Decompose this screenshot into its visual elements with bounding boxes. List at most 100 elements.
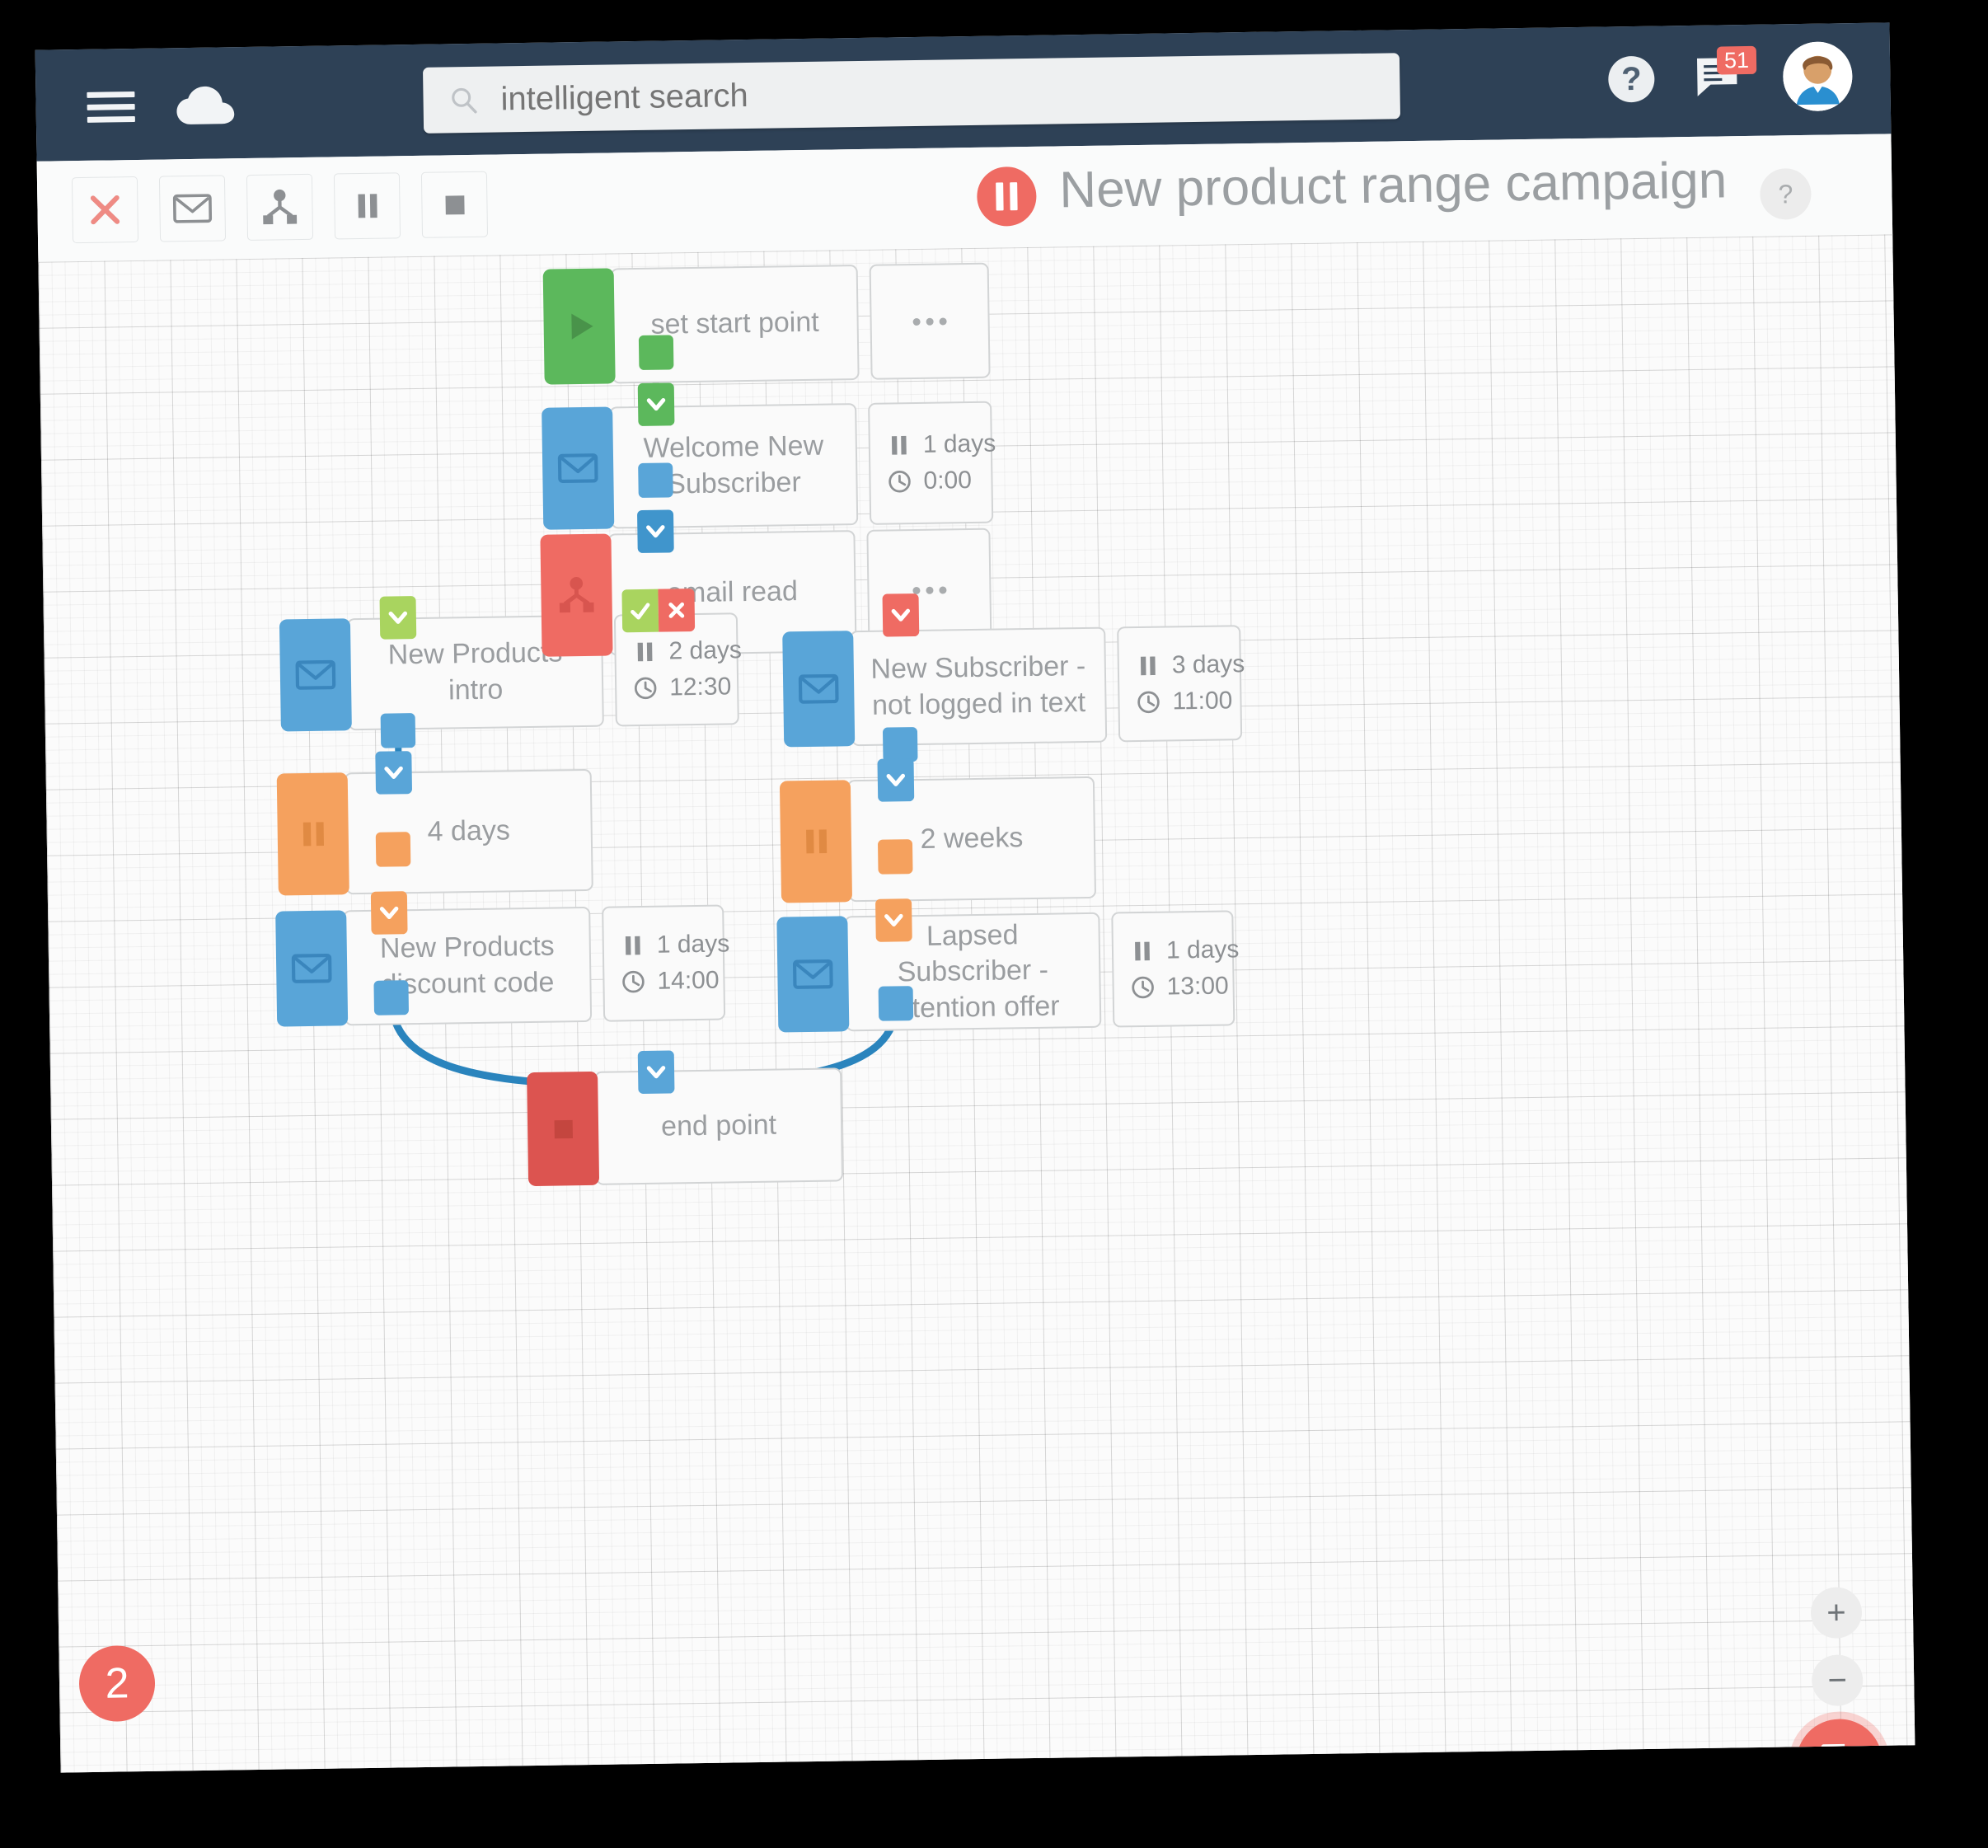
delay-time-row: 13:00 bbox=[1130, 972, 1229, 1001]
delay-days-value: 2 days bbox=[668, 636, 743, 665]
delay-days-row: 3 days bbox=[1136, 650, 1245, 680]
add-email-button[interactable] bbox=[158, 175, 227, 242]
node-not-logged-in-delay[interactable]: 3 days 11:00 bbox=[1117, 625, 1245, 743]
delay-days-row: 1 days bbox=[887, 430, 996, 460]
port-wait4-in[interactable] bbox=[375, 751, 413, 795]
more-options-icon bbox=[888, 265, 973, 378]
avatar[interactable] bbox=[1782, 41, 1853, 112]
delete-button[interactable] bbox=[71, 176, 139, 244]
port-discount-out[interactable] bbox=[373, 980, 410, 1015]
node-start-options[interactable] bbox=[869, 262, 991, 380]
envelope-icon bbox=[279, 618, 352, 732]
workflow-canvas[interactable]: set start point Welcome New Subscriber 1… bbox=[38, 234, 1915, 1773]
port-wait2w-out[interactable] bbox=[877, 839, 913, 875]
messages-badge: 51 bbox=[1716, 45, 1757, 75]
pause-icon bbox=[625, 936, 640, 955]
port-wait2w-in[interactable] bbox=[877, 758, 915, 802]
delay-time-row: 11:00 bbox=[1136, 687, 1233, 716]
port-intro-in[interactable] bbox=[379, 596, 417, 640]
page-title: New product range campaign bbox=[1058, 152, 1728, 219]
node-welcome-delay[interactable]: 1 days 0:00 bbox=[868, 401, 996, 525]
node-retention-delay[interactable]: 1 days 13:00 bbox=[1111, 910, 1240, 1028]
envelope-icon bbox=[542, 406, 615, 530]
zoom-in-button[interactable]: + bbox=[1810, 1587, 1863, 1639]
port-branch-yes[interactable] bbox=[621, 589, 659, 633]
app-window: ? 51 bbox=[35, 22, 1915, 1773]
hamburger-menu-icon[interactable] bbox=[87, 91, 135, 123]
node-retention-offer[interactable]: Lapsed Subscriber - retention offer 1 day… bbox=[776, 910, 1240, 1033]
start-icon bbox=[542, 268, 616, 385]
clock-icon bbox=[1137, 691, 1160, 714]
pause-icon bbox=[891, 435, 907, 455]
cloud-logo-icon[interactable] bbox=[174, 85, 236, 125]
node-not-logged-in[interactable]: New Subscriber - not logged in text 3 day… bbox=[782, 625, 1245, 748]
node-discount-code[interactable]: New Products discount code 1 days 14:00 bbox=[275, 904, 729, 1027]
node-start[interactable]: set start point bbox=[542, 262, 991, 385]
pause-icon bbox=[1140, 656, 1156, 676]
navbar-actions: ? 51 bbox=[1607, 41, 1853, 114]
search-icon bbox=[452, 87, 477, 114]
port-retention-out[interactable] bbox=[878, 986, 914, 1021]
delay-time-row: 14:00 bbox=[621, 967, 720, 997]
messages-icon[interactable]: 51 bbox=[1694, 45, 1757, 101]
pause-icon bbox=[637, 642, 653, 662]
envelope-icon bbox=[275, 910, 349, 1027]
port-end-in[interactable] bbox=[637, 1050, 675, 1095]
delay-time-value: 12:30 bbox=[668, 673, 732, 701]
node-discount-delay[interactable]: 1 days 14:00 bbox=[602, 904, 729, 1022]
delay-time-value: 0:00 bbox=[923, 467, 973, 495]
clock-icon bbox=[634, 677, 657, 700]
add-wait-button[interactable] bbox=[333, 172, 401, 240]
delay-days-value: 1 days bbox=[656, 930, 730, 959]
exit-arrow-icon bbox=[1821, 1743, 1856, 1773]
step-counter-badge[interactable]: 2 bbox=[78, 1644, 156, 1723]
add-end-button[interactable] bbox=[420, 171, 489, 238]
clock-icon bbox=[622, 970, 645, 993]
help-icon[interactable]: ? bbox=[1607, 55, 1655, 103]
port-notlogged-in[interactable] bbox=[882, 593, 920, 637]
search-input[interactable] bbox=[499, 67, 1343, 119]
clock-icon bbox=[1132, 976, 1154, 999]
delay-time-value: 14:00 bbox=[657, 966, 720, 995]
pause-icon bbox=[1135, 941, 1150, 961]
node-welcome-email[interactable]: Welcome New Subscriber 1 days 0:00 bbox=[542, 401, 996, 530]
split-branch-icon bbox=[540, 533, 613, 657]
node-end-label[interactable]: end point bbox=[594, 1067, 844, 1185]
delay-days-row: 2 days bbox=[632, 636, 742, 666]
zoom-out-button[interactable]: − bbox=[1811, 1654, 1864, 1707]
delay-days-value: 3 days bbox=[1171, 650, 1245, 679]
port-retention-in[interactable] bbox=[875, 898, 912, 942]
port-wait4-out[interactable] bbox=[375, 832, 411, 867]
pause-icon bbox=[779, 780, 853, 903]
node-end-point[interactable]: end point bbox=[527, 1067, 844, 1187]
close-x-icon bbox=[90, 195, 120, 225]
port-intro-out[interactable] bbox=[380, 713, 416, 748]
add-split-button[interactable] bbox=[246, 173, 314, 242]
port-emailread-in[interactable] bbox=[636, 509, 674, 554]
stop-icon bbox=[445, 195, 465, 215]
port-branch-no[interactable] bbox=[658, 589, 696, 632]
envelope-icon bbox=[172, 194, 213, 223]
node-wait-4-days[interactable]: 4 days bbox=[276, 768, 593, 896]
envelope-icon bbox=[782, 631, 856, 748]
port-welcome-out[interactable] bbox=[638, 462, 673, 499]
port-discount-in[interactable] bbox=[370, 891, 408, 935]
port-welcome-in[interactable] bbox=[637, 382, 675, 426]
delay-days-row: 1 days bbox=[621, 930, 730, 959]
check-icon bbox=[631, 603, 650, 620]
node-wait-2-weeks[interactable]: 2 weeks bbox=[779, 776, 1097, 903]
exit-campaign-button[interactable] bbox=[1795, 1718, 1883, 1773]
delay-days-value: 1 days bbox=[922, 429, 996, 458]
campaign-status-badge[interactable] bbox=[976, 166, 1037, 227]
port-start-out[interactable] bbox=[638, 335, 674, 370]
clock-icon bbox=[889, 471, 911, 493]
pause-icon bbox=[276, 772, 349, 896]
delay-time-row: 0:00 bbox=[887, 467, 972, 496]
delay-time-row: 12:30 bbox=[633, 673, 732, 702]
port-notlogged-out[interactable] bbox=[882, 727, 918, 762]
envelope-icon bbox=[776, 916, 850, 1033]
delay-time-value: 11:00 bbox=[1172, 687, 1233, 715]
stop-icon bbox=[527, 1071, 600, 1187]
search-bar[interactable] bbox=[422, 53, 1401, 134]
title-help-icon[interactable]: ? bbox=[1759, 167, 1812, 220]
